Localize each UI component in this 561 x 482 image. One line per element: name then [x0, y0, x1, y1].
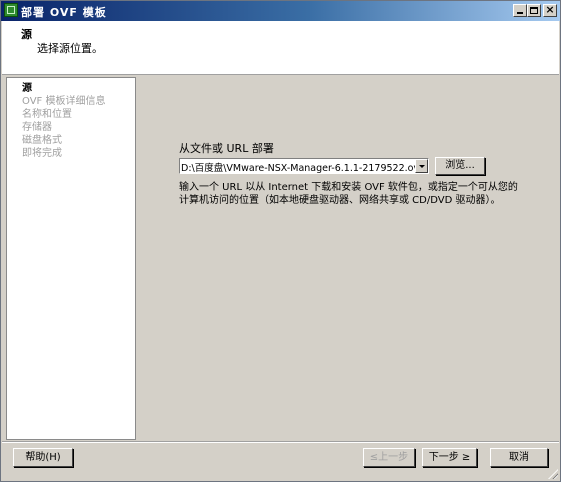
source-help-text: 输入一个 URL 以从 Internet 下载和安装 OVF 软件包，或指定一个… — [179, 181, 519, 207]
page-subtitle: 选择源位置。 — [37, 42, 103, 55]
chevron-down-icon[interactable] — [415, 159, 428, 173]
app-icon — [4, 3, 18, 17]
close-button[interactable]: × — [543, 3, 557, 17]
next-button[interactable]: 下一步 ≥ — [422, 448, 477, 467]
close-icon: × — [545, 3, 555, 16]
help-text-line-2: 计算机访问的位置（如本地硬盘驱动器、网络共享或 CD/DVD 驱动器）。 — [179, 195, 501, 206]
cancel-button[interactable]: 取消 — [490, 448, 548, 467]
deploy-ovf-window: 部署 OVF 模板 × 源 选择源位置。 源 OVF 模板详细信息 名称和位置 … — [0, 0, 561, 482]
resize-grip[interactable] — [548, 469, 558, 479]
minimize-button[interactable] — [513, 4, 527, 17]
title-bar: 部署 OVF 模板 × — [1, 1, 560, 21]
maximize-button[interactable] — [527, 4, 541, 17]
step-ready-to-complete: 即将完成 — [22, 148, 62, 159]
back-button[interactable]: ≤上一步 — [363, 448, 415, 467]
page-title: 源 — [21, 28, 32, 41]
help-text-line-1: 输入一个 URL 以从 Internet 下载和安装 OVF 软件包，或指定一个… — [179, 182, 518, 193]
help-button[interactable]: 帮助(H) — [13, 448, 73, 467]
footer-divider — [2, 441, 559, 443]
minimize-icon — [517, 12, 523, 14]
wizard-header: 源 选择源位置。 — [2, 21, 559, 75]
source-path-combobox[interactable]: D:\百度盘\VMware-NSX-Manager-6.1.1-2179522.… — [179, 158, 429, 174]
browse-button[interactable]: 浏览... — [435, 157, 485, 175]
source-path-input[interactable]: D:\百度盘\VMware-NSX-Manager-6.1.1-2179522.… — [181, 160, 425, 174]
window-title: 部署 OVF 模板 — [21, 6, 107, 19]
steps-sidebar: 源 OVF 模板详细信息 名称和位置 存储器 磁盘格式 即将完成 — [6, 77, 136, 440]
maximize-icon — [530, 7, 538, 14]
main-panel: 从文件或 URL 部署 D:\百度盘\VMware-NSX-Manager-6.… — [136, 77, 555, 438]
deploy-source-label: 从文件或 URL 部署 — [179, 142, 274, 155]
